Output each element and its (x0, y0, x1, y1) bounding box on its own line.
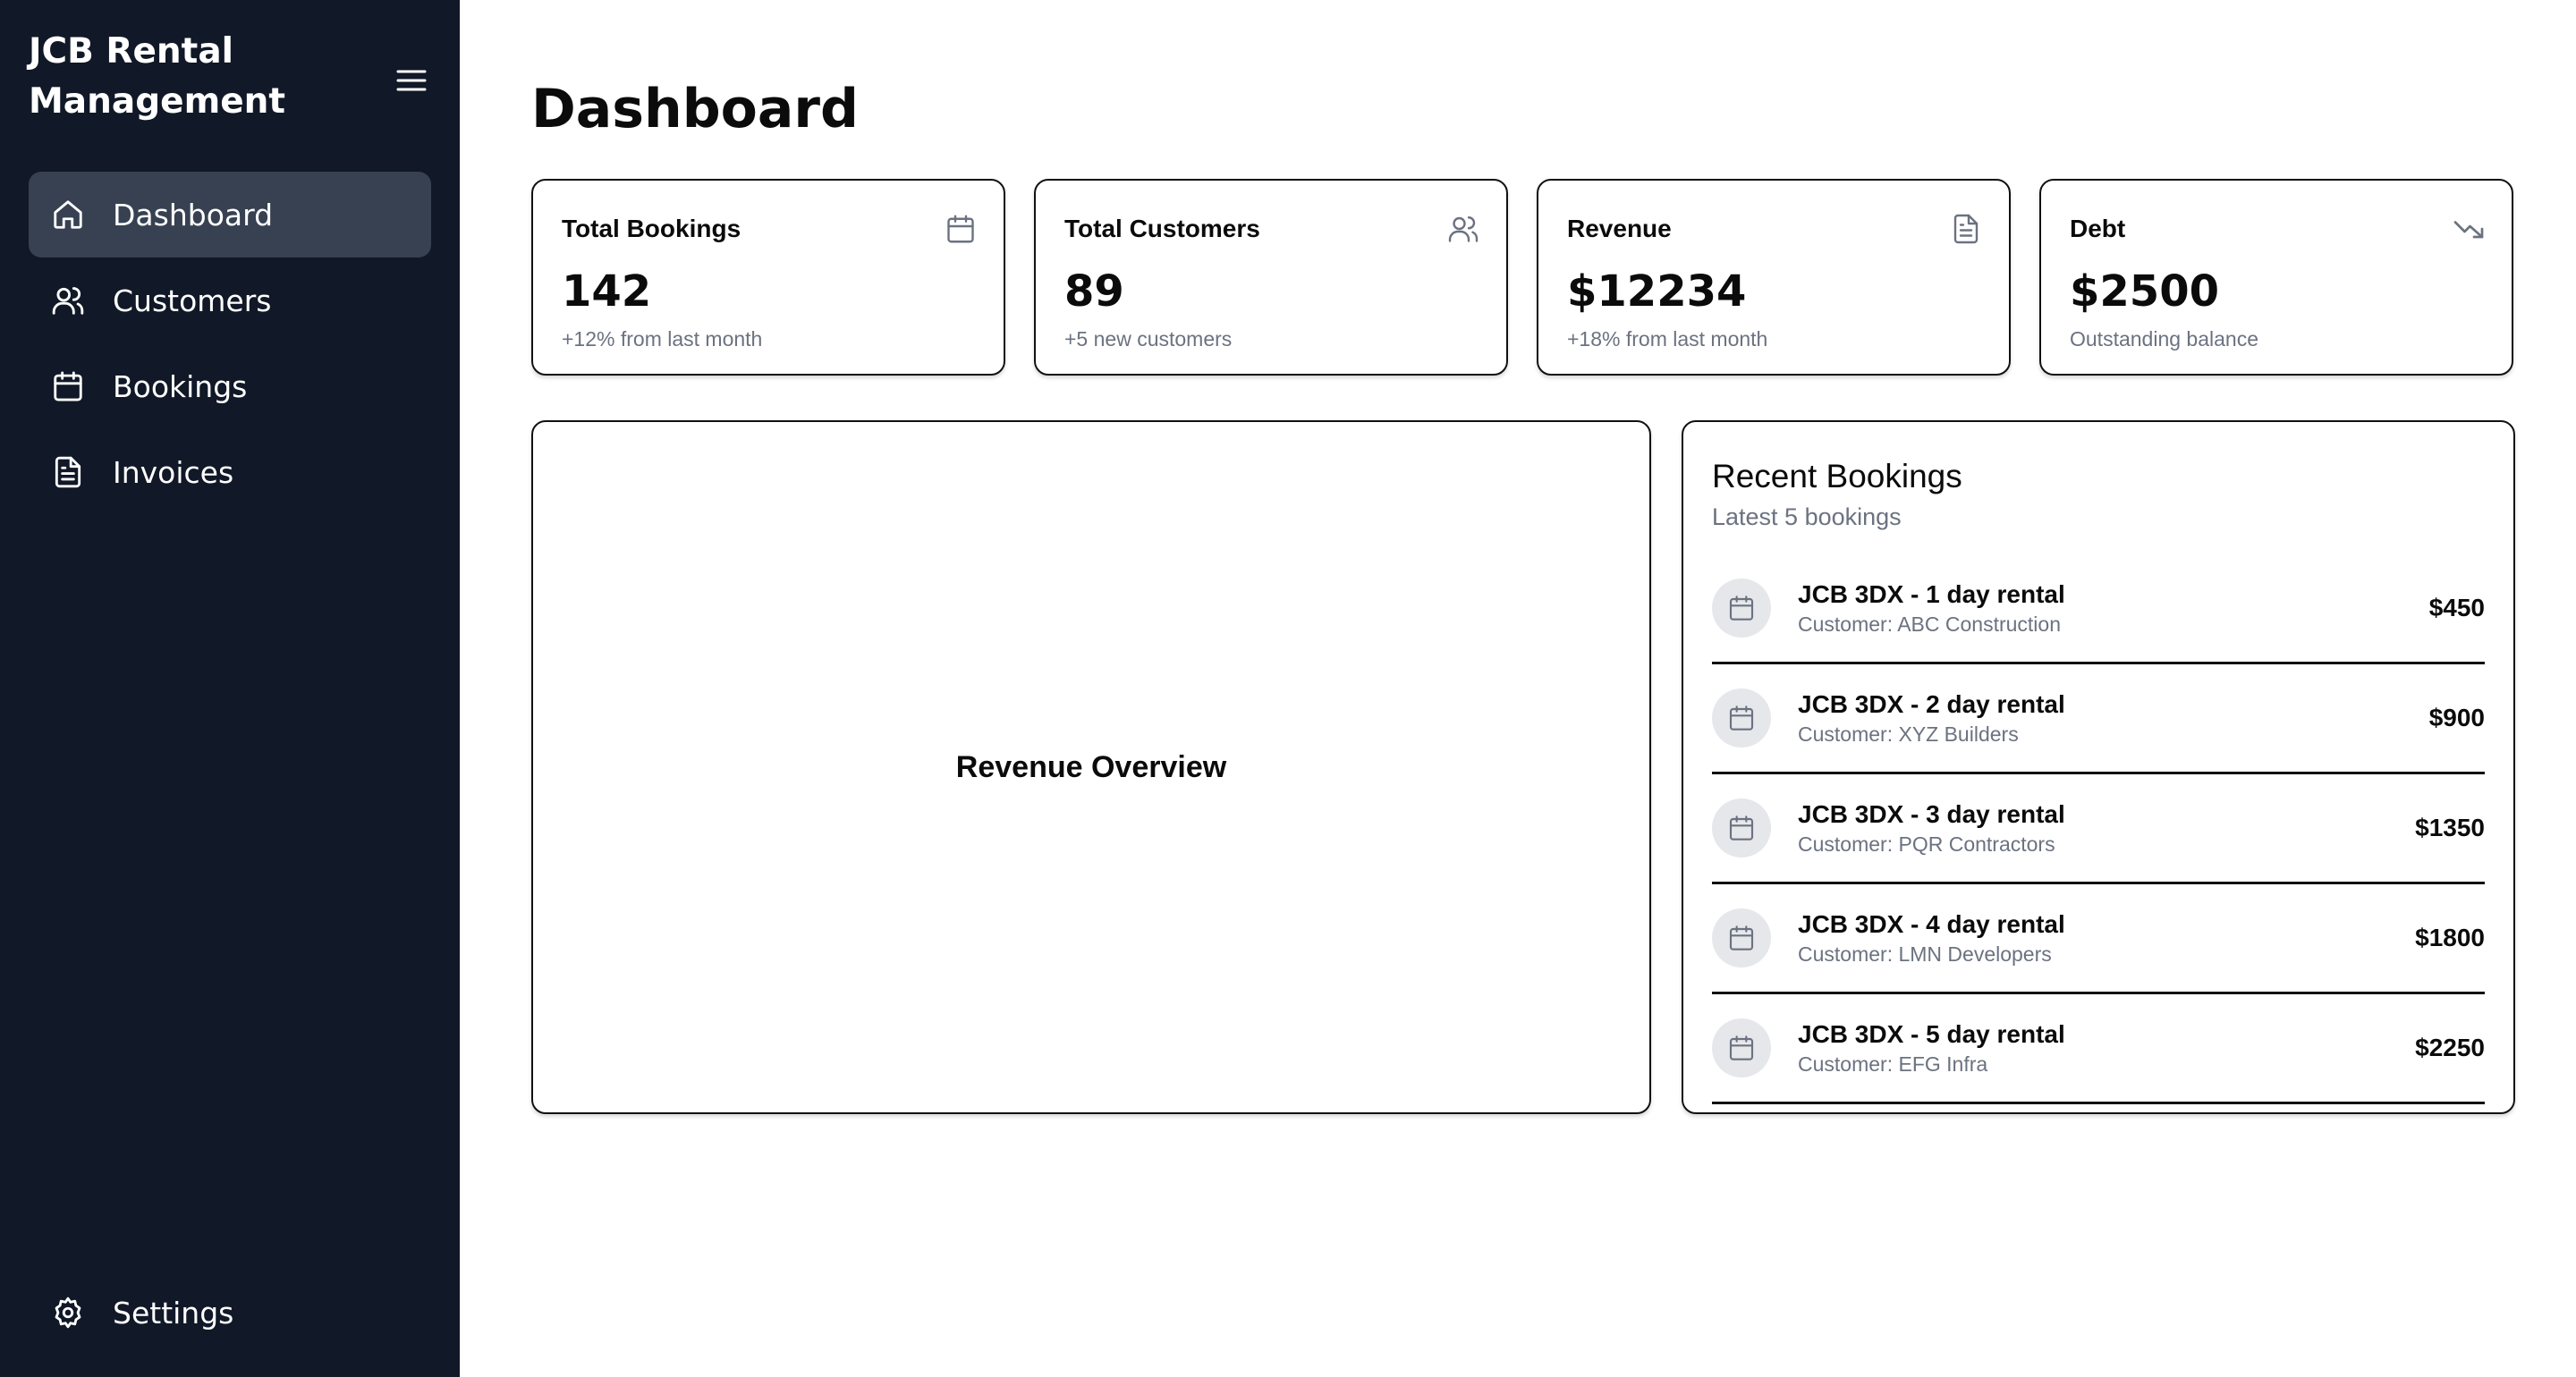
file-icon (1953, 214, 1979, 244)
booking-info: JCB 3DX - 3 day rental Customer: PQR Con… (1798, 798, 2415, 857)
booking-info: JCB 3DX - 1 day rental Customer: ABC Con… (1798, 579, 2429, 638)
stat-label: Debt (2070, 215, 2126, 242)
sidebar-item-settings[interactable]: Settings (29, 1270, 431, 1356)
sidebar-item-dashboard[interactable]: Dashboard (29, 172, 431, 258)
stat-card-debt: Debt $2500 Outstanding balance (2039, 179, 2513, 376)
list-item[interactable]: JCB 3DX - 4 day rental Customer: LMN Dev… (1712, 884, 2485, 994)
calendar-icon (947, 215, 974, 243)
list-item[interactable]: JCB 3DX - 1 day rental Customer: ABC Con… (1712, 554, 2485, 664)
booking-name: JCB 3DX - 5 day rental (1798, 1020, 2065, 1048)
stat-value: 142 (562, 266, 652, 317)
stat-value: $2500 (2070, 266, 2219, 317)
recent-bookings-title: Recent Bookings (1712, 458, 1962, 494)
sidebar-item-label: Settings (113, 1295, 234, 1331)
calendar-icon (1729, 815, 1754, 841)
booking-info: JCB 3DX - 4 day rental Customer: LMN Dev… (1798, 908, 2415, 967)
stat-card-total-customers: Total Customers 89 +5 new customers (1034, 179, 1508, 376)
avatar (1712, 688, 1771, 748)
recent-bookings-subtitle: Latest 5 bookings (1712, 503, 1902, 530)
trending-down-icon (2453, 221, 2484, 239)
stat-subtext: Outstanding balance (2070, 327, 2258, 351)
revenue-overview-title: Revenue Overview (955, 749, 1227, 784)
booking-customer: Customer: LMN Developers (1798, 942, 2052, 966)
booking-amount: $1350 (2415, 814, 2485, 841)
booking-name: JCB 3DX - 1 day rental (1798, 580, 2065, 608)
calendar-icon (1729, 596, 1754, 621)
list-item[interactable]: JCB 3DX - 5 day rental Customer: EFG Inf… (1712, 994, 2485, 1104)
home-icon (50, 197, 86, 232)
booking-info: JCB 3DX - 5 day rental Customer: EFG Inf… (1798, 1018, 2415, 1077)
stat-subtext: +5 new customers (1064, 327, 1233, 351)
booking-amount: $450 (2428, 594, 2485, 621)
avatar (1712, 908, 1771, 967)
users-icon (50, 283, 86, 318)
booking-amount: $1800 (2415, 924, 2485, 951)
calendar-icon (50, 368, 86, 404)
avatar (1712, 1018, 1771, 1077)
recent-bookings-list: JCB 3DX - 1 day rental Customer: ABC Con… (1712, 554, 2485, 1104)
stat-label: Revenue (1567, 215, 1672, 242)
stat-subtext: +18% from last month (1567, 327, 1768, 351)
stat-value: $12234 (1567, 266, 1747, 317)
sidebar-item-invoices[interactable]: Invoices (29, 429, 431, 515)
booking-name: JCB 3DX - 3 day rental (1798, 800, 2065, 828)
users-icon (1448, 216, 1479, 242)
sidebar-settings: Settings (29, 1270, 431, 1356)
brand-title: JCB Rental Management (29, 31, 286, 122)
avatar (1712, 798, 1771, 857)
menu-toggle-button[interactable] (390, 63, 433, 98)
recent-bookings-panel: Recent Bookings Latest 5 bookings JCB 3D… (1682, 420, 2515, 1114)
revenue-overview-panel: Revenue Overview (531, 420, 1651, 1114)
sidebar-item-bookings[interactable]: Bookings (29, 343, 431, 429)
stat-card-revenue: Revenue $12234 +18% from last month (1537, 179, 2011, 376)
sidebar: JCB Rental Management Dashboard Customer… (0, 0, 460, 1377)
booking-info: JCB 3DX - 2 day rental Customer: XYZ Bui… (1798, 688, 2429, 748)
list-item[interactable]: JCB 3DX - 3 day rental Customer: PQR Con… (1712, 774, 2485, 884)
avatar (1712, 579, 1771, 638)
stat-label: Total Bookings (562, 215, 741, 242)
stat-card-total-bookings: Total Bookings 142 +12% from last month (531, 179, 1005, 376)
hamburger-menu-icon (396, 70, 427, 91)
booking-customer: Customer: ABC Construction (1798, 612, 2062, 636)
gear-icon (50, 1295, 86, 1331)
list-item[interactable]: JCB 3DX - 2 day rental Customer: XYZ Bui… (1712, 664, 2485, 774)
booking-name: JCB 3DX - 4 day rental (1798, 910, 2065, 938)
booking-customer: Customer: PQR Contractors (1798, 832, 2055, 856)
sidebar-item-label: Invoices (113, 454, 234, 490)
calendar-icon (1729, 1035, 1754, 1060)
file-icon (50, 454, 86, 490)
sidebar-item-label: Dashboard (113, 197, 274, 232)
booking-amount: $900 (2428, 704, 2485, 731)
booking-customer: Customer: XYZ Builders (1798, 722, 2019, 746)
sidebar-item-label: Bookings (113, 368, 248, 404)
app-root: JCB Rental Management Dashboard Customer… (0, 0, 2576, 1377)
sidebar-nav: Dashboard Customers Bookings Invoices (29, 172, 431, 515)
booking-amount: $2250 (2415, 1034, 2485, 1061)
booking-customer: Customer: EFG Infra (1798, 1052, 1988, 1076)
main-content: Dashboard Total Bookings 142 +12% from l… (460, 0, 2576, 1377)
calendar-icon (1729, 705, 1754, 731)
booking-name: JCB 3DX - 2 day rental (1798, 690, 2065, 718)
stat-value: 89 (1064, 266, 1124, 317)
calendar-icon (1729, 925, 1754, 950)
sidebar-item-customers[interactable]: Customers (29, 258, 431, 343)
sidebar-item-label: Customers (113, 283, 272, 318)
page-title: Dashboard (531, 78, 859, 140)
stat-subtext: +12% from last month (562, 327, 763, 351)
stat-label: Total Customers (1064, 215, 1260, 242)
